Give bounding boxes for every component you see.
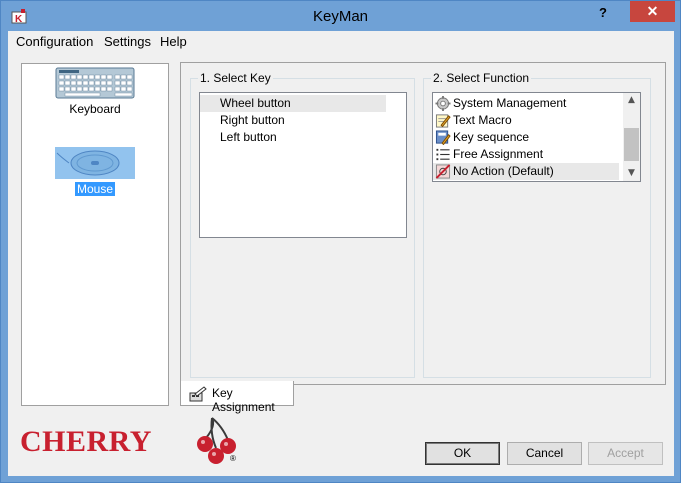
tab-label: Key Assignment	[212, 386, 275, 414]
key-listbox[interactable]: Wheel button Right button Left button	[199, 92, 407, 238]
function-item-key-sequence[interactable]: Key sequence	[433, 129, 623, 146]
function-label: Key sequence	[453, 130, 530, 144]
client-area: Keyboard Mouse 1. Select Key Wheel butto…	[8, 52, 674, 476]
help-button[interactable]: ?	[593, 4, 613, 22]
menu-configuration[interactable]: Configuration	[16, 34, 93, 49]
scroll-up-icon[interactable]: ▲	[623, 93, 640, 108]
scroll-thumb[interactable]	[624, 128, 639, 161]
close-button[interactable]: ✕	[630, 1, 675, 22]
function-label: Text Macro	[453, 113, 512, 127]
device-mouse[interactable]: Mouse	[22, 147, 168, 196]
registered-mark: ®	[230, 454, 236, 463]
key-assignment-panel: 1. Select Key Wheel button Right button …	[180, 62, 666, 385]
mouse-label-wrapper: Mouse	[22, 182, 168, 196]
function-scrollbar[interactable]: ▲ ▼	[623, 93, 640, 181]
function-item-free-assignment[interactable]: Free Assignment	[433, 146, 623, 163]
keyboard-icon	[55, 67, 135, 99]
device-list: Keyboard Mouse	[21, 63, 169, 406]
ok-button[interactable]: OK	[425, 442, 500, 465]
select-key-title: 1. Select Key	[198, 71, 273, 85]
function-label: Free Assignment	[453, 147, 544, 161]
text-macro-icon	[435, 114, 451, 128]
cancel-button[interactable]: Cancel	[507, 442, 582, 465]
key-assignment-icon	[189, 386, 207, 402]
menu-bar: Configuration Settings Help	[8, 31, 674, 52]
no-action-icon	[435, 164, 451, 179]
gear-icon	[435, 96, 451, 111]
window-title: KeyMan	[312, 8, 369, 25]
list-icon	[436, 148, 450, 161]
select-function-title: 2. Select Function	[431, 71, 532, 85]
cherry-logo: CHERRY ®	[20, 416, 240, 468]
device-keyboard[interactable]: Keyboard	[22, 67, 168, 116]
accept-button[interactable]: Accept	[588, 442, 663, 465]
function-item-system-management[interactable]: System Management	[433, 95, 623, 112]
mouse-label: Mouse	[74, 182, 116, 196]
app-window: K KeyMan ? ✕ Configuration Settings Help	[0, 0, 681, 483]
menu-help[interactable]: Help	[160, 34, 187, 49]
select-function-group: 2. Select Function System Management Tex…	[423, 71, 651, 378]
key-sequence-icon	[435, 130, 451, 145]
title-bar[interactable]: K KeyMan ? ✕	[1, 1, 680, 31]
tab-key-assignment[interactable]: Key Assignment	[180, 381, 294, 414]
mouse-icon	[55, 147, 135, 179]
menu-settings[interactable]: Settings	[104, 34, 151, 49]
function-label: No Action (Default)	[453, 164, 554, 178]
key-item-wheel-button[interactable]: Wheel button	[200, 95, 386, 112]
function-item-no-action[interactable]: No Action (Default)	[433, 163, 619, 180]
function-label: System Management	[453, 96, 567, 110]
cherry-logo-text: CHERRY	[20, 425, 152, 458]
function-listbox[interactable]: System Management Text Macro Key sequenc…	[432, 92, 641, 182]
function-item-text-macro[interactable]: Text Macro	[433, 112, 623, 129]
key-item-left-button[interactable]: Left button	[200, 129, 386, 146]
keyboard-label: Keyboard	[69, 102, 121, 116]
scroll-down-icon[interactable]: ▼	[623, 166, 640, 181]
select-key-group: 1. Select Key Wheel button Right button …	[190, 71, 415, 378]
key-item-right-button[interactable]: Right button	[200, 112, 386, 129]
